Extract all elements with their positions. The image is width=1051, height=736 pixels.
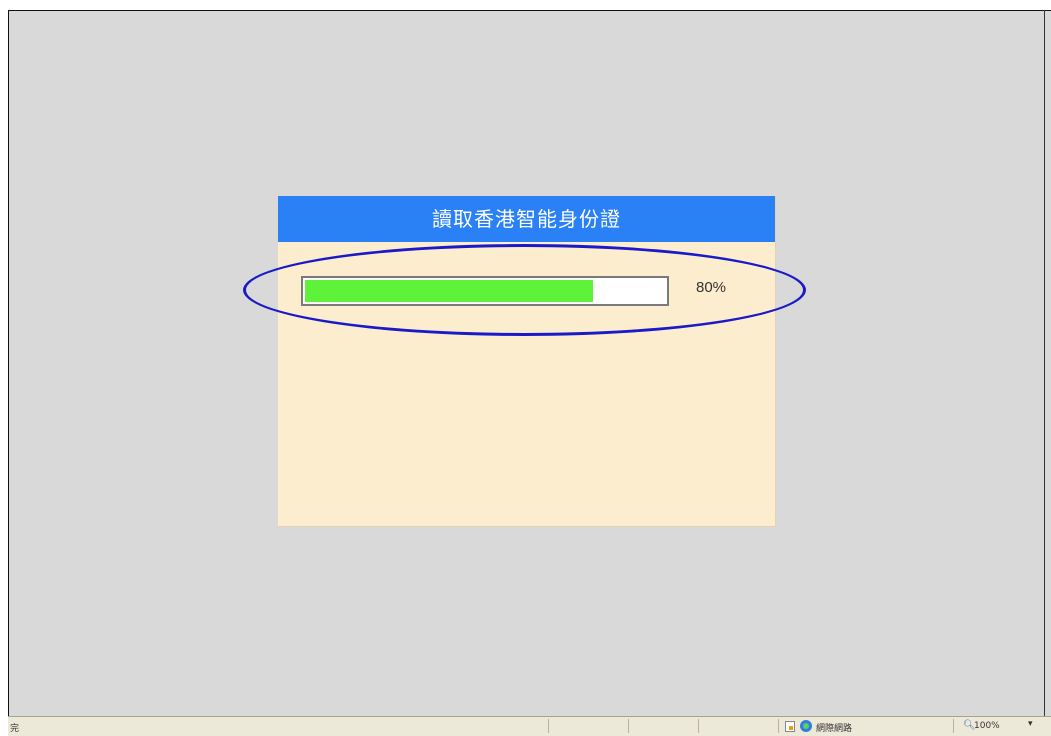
status-separator (953, 719, 954, 733)
dialog-title: 讀取香港智能身份證 (278, 196, 775, 242)
security-zone-label[interactable]: 網際網路 (816, 721, 852, 734)
globe-icon (800, 720, 812, 732)
zoom-level[interactable]: 100% (974, 721, 1000, 731)
page-icon[interactable] (785, 721, 795, 732)
status-separator (548, 719, 549, 733)
frame-right-border (1044, 10, 1045, 716)
zoom-dropdown-arrow-icon[interactable]: ▾ (1028, 719, 1033, 729)
highlight-ellipse-annotation (243, 244, 806, 336)
status-separator (628, 719, 629, 733)
status-bar: 完 網際網路 🔍︎ 100% ▾ (8, 716, 1051, 736)
status-text: 完 (10, 724, 20, 734)
status-separator (778, 719, 779, 733)
status-separator (698, 719, 699, 733)
